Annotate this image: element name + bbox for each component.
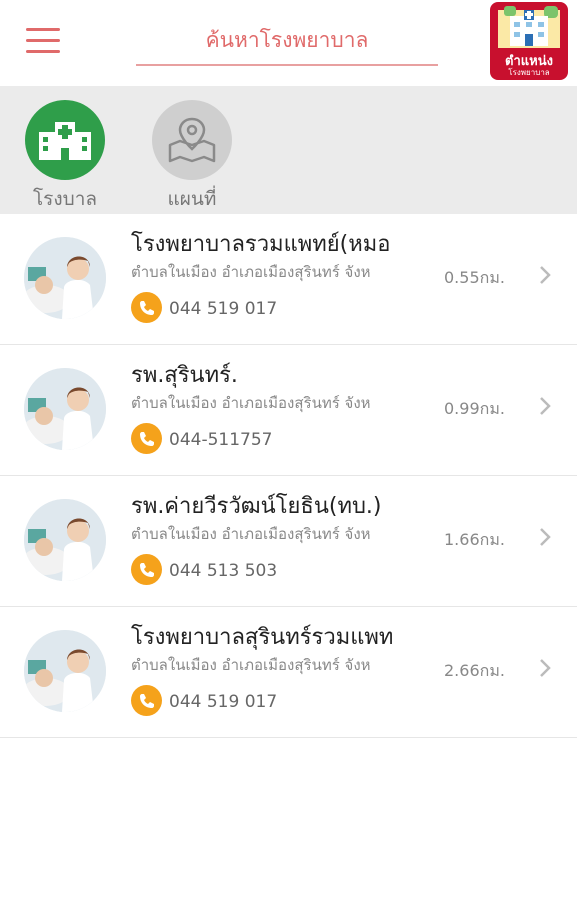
map-icon — [152, 100, 232, 180]
list-item[interactable]: โรงพยาบาลรวมแพทย์(หมอ ตำบลในเมือง อำเภอเ… — [0, 214, 577, 345]
phone-icon[interactable] — [131, 554, 162, 585]
hospital-phone[interactable]: 044-511757 — [169, 430, 272, 450]
chevron-right-icon — [540, 397, 551, 415]
tab-hospital[interactable]: โรงบาล — [10, 100, 120, 214]
hospital-phone[interactable]: 044 519 017 — [169, 692, 277, 712]
list-item[interactable]: โรงพยาบาลสุรินทร์รวมแพท ตำบลในเมือง อำเภ… — [0, 607, 577, 738]
avatar — [24, 499, 106, 581]
hospital-distance: 2.66กม. — [444, 661, 505, 680]
phone-icon[interactable] — [131, 423, 162, 454]
hospital-address: ตำบลในเมือง อำเภอเมืองสุรินทร์ จังห — [131, 656, 371, 674]
hospital-address: ตำบลในเมือง อำเภอเมืองสุรินทร์ จังห — [131, 525, 371, 543]
hospital-icon — [25, 100, 105, 180]
hospital-name: โรงพยาบาลสุรินทร์รวมแพท — [131, 625, 394, 650]
tab-map-label: แผนที่ — [167, 188, 217, 210]
chevron-right-icon — [540, 266, 551, 284]
avatar — [24, 368, 106, 450]
hospital-distance: 1.66กม. — [444, 530, 505, 549]
hospital-name: รพ.ค่ายวีรวัฒน์โยธิน(ทบ.) — [131, 494, 382, 519]
tab-map[interactable]: แผนที่ — [137, 100, 247, 214]
list-item[interactable]: รพ.ค่ายวีรวัฒน์โยธิน(ทบ.) ตำบลในเมือง อำ… — [0, 476, 577, 607]
top-bar: ตำแหน่ง โรงพยาบาล — [0, 0, 577, 86]
hospital-address: ตำบลในเมือง อำเภอเมืองสุรินทร์ จังห — [131, 394, 371, 412]
hospital-address: ตำบลในเมือง อำเภอเมืองสุรินทร์ จังห — [131, 263, 371, 281]
hospital-name: รพ.สุรินทร์. — [131, 363, 238, 388]
search-input[interactable] — [136, 18, 438, 62]
hospital-building-icon — [498, 6, 560, 48]
chevron-right-icon — [540, 528, 551, 546]
hospital-name: โรงพยาบาลรวมแพทย์(หมอ — [131, 232, 391, 257]
hospital-phone[interactable]: 044 513 503 — [169, 561, 277, 581]
chevron-right-icon — [540, 659, 551, 677]
category-tabs: โรงบาล แผนที่ — [0, 86, 577, 214]
phone-icon[interactable] — [131, 685, 162, 716]
hospital-distance: 0.55กม. — [444, 268, 505, 287]
logo-subtitle: โรงพยาบาล — [508, 68, 550, 77]
hospital-phone[interactable]: 044 519 017 — [169, 299, 277, 319]
search-bar[interactable] — [136, 18, 438, 66]
phone-icon[interactable] — [131, 292, 162, 323]
avatar — [24, 630, 106, 712]
tab-hospital-label: โรงบาล — [32, 188, 98, 210]
list-item[interactable]: รพ.สุรินทร์. ตำบลในเมือง อำเภอเมืองสุริน… — [0, 345, 577, 476]
hospital-list: โรงพยาบาลรวมแพทย์(หมอ ตำบลในเมือง อำเภอเ… — [0, 214, 577, 738]
hospital-distance: 0.99กม. — [444, 399, 505, 418]
menu-icon[interactable] — [26, 28, 60, 54]
app-logo: ตำแหน่ง โรงพยาบาล — [490, 2, 568, 80]
avatar — [24, 237, 106, 319]
